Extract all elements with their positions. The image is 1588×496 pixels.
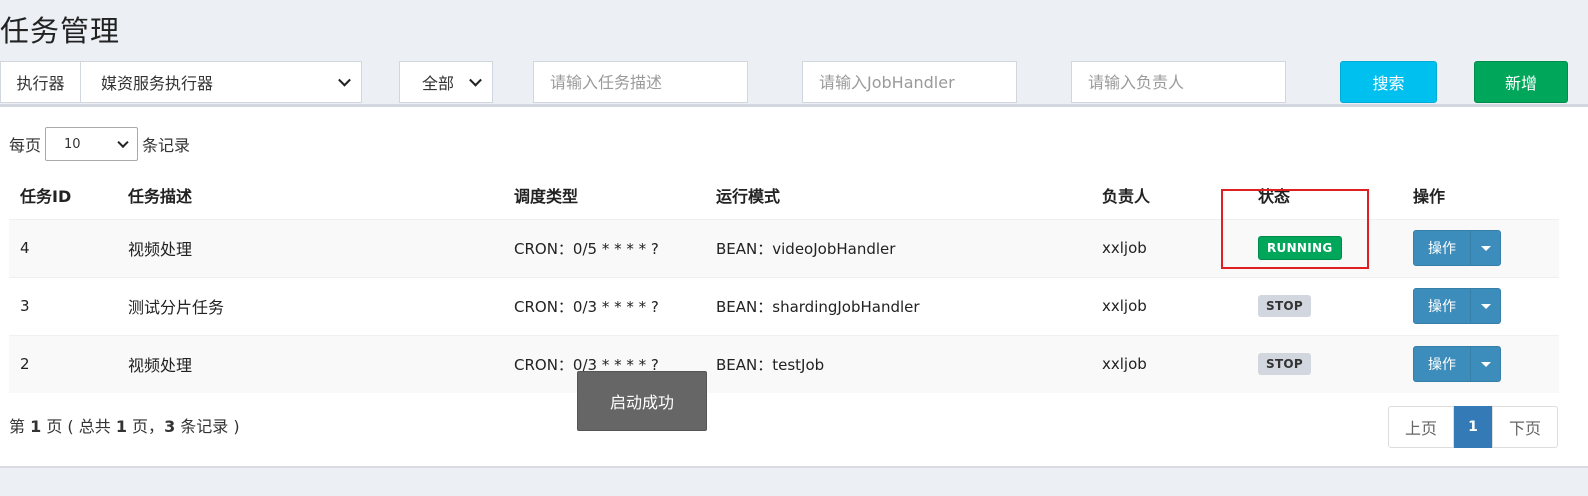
add-button[interactable]: 新增 [1474,61,1568,103]
pager-text: 页， [126,417,165,436]
table-row: 2 视频处理 CRON：0/3 * * * * ? BEAN：testJob x… [9,334,1559,393]
table-row: 3 测试分片任务 CRON：0/3 * * * * ? BEAN：shardin… [9,276,1559,335]
operation-label: 操作 [1414,231,1471,265]
col-header-id: 任务ID [9,171,117,220]
job-mode: BEAN：videoJobHandler [705,218,1091,277]
job-status-cell: STOP [1247,334,1402,393]
col-header-mode: 运行模式 [705,171,1091,220]
pager-text: 页 ( 总共 [41,417,116,436]
job-id: 3 [9,276,117,335]
job-mode: BEAN：testJob [705,334,1091,393]
job-schedule: CRON：0/5 * * * * ? [503,218,705,277]
job-author: xxljob [1091,334,1247,393]
job-mode: BEAN：shardingJobHandler [705,276,1091,335]
pagination-info: 第 1 页 ( 总共 1 页，3 条记录 ) [9,413,240,437]
chevron-down-icon [338,73,351,87]
job-status-cell: STOP [1247,276,1402,335]
status-select-value: 全部 [422,74,455,93]
executor-select-value: 媒资服务执行器 [101,74,214,93]
caret-down-icon [1471,245,1500,251]
job-table: 任务ID 任务描述 调度类型 运行模式 负责人 状态 操作 4 视频处理 CRO… [9,171,1559,393]
job-id: 2 [9,334,117,393]
job-handler-input[interactable] [802,61,1017,103]
job-id: 4 [9,218,117,277]
caret-down-icon [1471,303,1500,309]
job-actions-cell: 操作 [1402,334,1559,393]
operation-dropdown-button[interactable]: 操作 [1413,230,1501,266]
executor-label: 执行器 [1,62,81,102]
job-status-cell: RUNNING [1247,218,1402,277]
job-desc: 测试分片任务 [117,276,503,335]
table-header-row: 任务ID 任务描述 调度类型 运行模式 负责人 状态 操作 [9,171,1559,220]
col-header-author: 负责人 [1091,171,1247,220]
job-schedule: CRON：0/3 * * * * ? [503,276,705,335]
page-size-value: 10 [64,136,81,152]
pager-current-page: 1 [30,417,42,436]
job-desc: 视频处理 [117,334,503,393]
page-size-select[interactable]: 10 [45,127,139,161]
job-author: xxljob [1091,276,1247,335]
job-actions-cell: 操作 [1402,276,1559,335]
chevron-down-icon [469,73,482,87]
pagination: 上页 1 下页 [1388,406,1558,448]
author-input[interactable] [1071,61,1286,103]
page-title: 任务管理 [0,14,121,48]
status-select[interactable]: 全部 [399,61,493,103]
prev-page-button[interactable]: 上页 [1388,406,1454,448]
job-desc-input[interactable] [533,61,748,103]
page-size-suffix: 条记录 [142,136,191,155]
page-size-control: 每页 10 条记录 [9,127,190,161]
operation-dropdown-button[interactable]: 操作 [1413,346,1501,383]
col-header-status: 状态 [1247,171,1402,220]
next-page-button[interactable]: 下页 [1492,406,1558,448]
status-badge: STOP [1258,353,1312,376]
page-1-button[interactable]: 1 [1454,406,1492,448]
col-header-desc: 任务描述 [117,171,503,220]
status-badge: RUNNING [1258,236,1342,260]
job-actions-cell: 操作 [1402,218,1559,277]
job-author: xxljob [1091,218,1247,277]
caret-down-icon [1471,361,1500,367]
page-size-prefix: 每页 [9,136,42,155]
table-row: 4 视频处理 CRON：0/5 * * * * ? BEAN：videoJobH… [9,218,1559,277]
operation-dropdown-button[interactable]: 操作 [1413,288,1501,324]
pager-total-records: 3 [164,417,176,436]
executor-filter: 执行器 媒资服务执行器 [0,61,362,103]
search-button[interactable]: 搜索 [1340,61,1437,103]
job-list-panel: 每页 10 条记录 任务ID 任务描述 调度类型 运行模式 负责人 状态 操作 … [0,104,1588,468]
chevron-down-icon [117,136,129,149]
job-desc: 视频处理 [117,218,503,277]
col-header-schedule: 调度类型 [503,171,705,220]
toast-message: 启动成功 [577,371,707,431]
status-badge: STOP [1258,295,1312,317]
col-header-actions: 操作 [1402,171,1559,220]
operation-label: 操作 [1414,289,1471,323]
operation-label: 操作 [1414,347,1471,382]
pager-text: 条记录 ) [175,417,240,436]
pager-total-pages: 1 [115,417,127,436]
executor-select[interactable]: 媒资服务执行器 [81,62,361,102]
pager-text: 第 [9,417,31,436]
